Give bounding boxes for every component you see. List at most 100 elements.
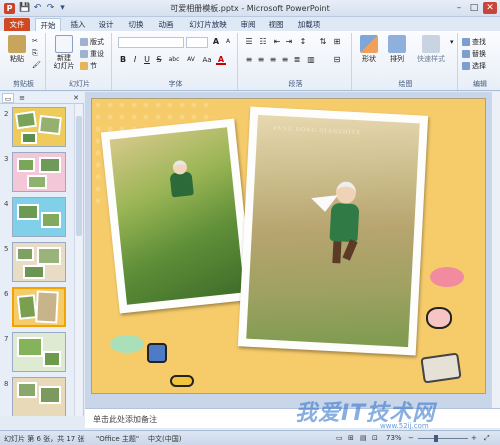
zoom-slider[interactable] [418,438,468,439]
redo-icon[interactable]: ↷ [45,3,56,14]
slide-thumbnail-6[interactable] [12,287,66,327]
slides-view-tab[interactable]: ▭ [2,93,14,103]
replace-button[interactable]: 替换 [462,49,486,59]
zoom-slider-thumb[interactable] [434,435,438,442]
increase-indent-icon[interactable]: ⇥ [284,37,294,47]
new-slide-button[interactable]: 新建 幻灯片 [50,35,78,70]
align-right-icon[interactable]: ≡ [268,55,278,65]
slide-sorter-icon[interactable]: ⊞ [348,434,354,442]
scrollbar-thumb[interactable] [76,116,82,236]
italic-button[interactable]: I [130,55,140,65]
tab-view[interactable]: 视图 [264,18,288,31]
distributed-icon[interactable]: ≣ [292,55,302,65]
smartart-icon[interactable]: ⊟ [332,55,342,65]
font-name-dropdown[interactable] [118,37,184,48]
tab-file[interactable]: 文件 [4,18,30,31]
tab-transitions[interactable]: 切换 [124,18,148,31]
editor-scrollbar[interactable] [491,92,500,408]
line-spacing-icon[interactable]: ↕ [298,37,308,47]
photo-frame-right[interactable]: PANG DONG QIANZHIYE [237,106,429,356]
tab-addins[interactable]: 加载项 [293,18,325,31]
align-left-icon[interactable]: ≡ [244,55,254,65]
arrange-button[interactable]: 排列 [384,35,410,64]
close-panel-icon[interactable]: ✕ [70,93,82,103]
layout-button[interactable]: 版式 [80,37,104,47]
text-direction-icon[interactable]: ⇅ [318,37,328,47]
decrease-indent-icon[interactable]: ⇤ [272,37,282,47]
format-painter-icon[interactable]: 🖌 [32,60,41,70]
reading-view-icon[interactable]: ▤ [360,434,367,442]
minimize-button[interactable]: – [452,2,466,14]
language-status[interactable]: 中文(中国) [148,434,181,444]
arrange-icon [388,35,406,53]
slide-editor[interactable]: PANG DONG QIANZHIYE [85,92,500,408]
bold-button[interactable]: B [118,55,128,65]
slide-thumbnail-8[interactable] [12,377,66,416]
font-color-button[interactable]: A [216,55,226,65]
editing-group-label: 编辑 [473,80,487,88]
status-bar: 幻灯片 第 6 张，共 17 张 "Office 主题" 中文(中国) ▭ ⊞ … [0,430,500,445]
columns-icon[interactable]: ▥ [306,55,316,65]
slide-thumbnail-7[interactable] [12,332,66,372]
find-icon [462,38,470,46]
close-button[interactable]: ✕ [483,2,497,14]
numbering-icon[interactable]: ☷ [258,37,268,47]
find-button[interactable]: 查找 [462,37,486,47]
cut-icon[interactable]: ✂ [32,36,38,46]
title-bar: P 💾 ↶ ↷ ▾ 可爱相册模板.pptx - Microsoft PowerP… [0,0,500,17]
change-case-button[interactable]: Aa [200,55,214,65]
justify-icon[interactable]: ≡ [280,55,290,65]
font-group-label: 字体 [168,80,183,88]
normal-view-icon[interactable]: ▭ [336,434,343,442]
reset-button[interactable]: 重设 [80,49,104,59]
slide-thumbnail-2[interactable] [12,107,66,147]
slide-thumbnail-4[interactable] [12,197,66,237]
outline-view-tab[interactable]: ≡ [16,93,28,103]
photo-image: PANG DONG QIANZHIYE [246,114,420,348]
slide-thumbnail-3[interactable] [12,152,66,192]
theme-status[interactable]: "Office 主题" [96,434,139,444]
shrink-font-icon[interactable]: A [223,37,233,47]
quick-styles-button[interactable]: 快速样式 [414,35,448,64]
slides-panel-scrollbar[interactable] [74,104,82,416]
copy-icon[interactable]: ⎘ [32,48,38,58]
customize-qat-icon[interactable]: ▾ [57,3,68,14]
slideshow-icon[interactable]: ⊡ [372,434,378,442]
select-button[interactable]: 选择 [462,61,486,71]
notes-placeholder[interactable]: 单击此处添加备注 [93,414,157,425]
shadow-button[interactable]: abc [166,55,182,65]
powerpoint-app-icon[interactable]: P [4,3,15,14]
font-size-dropdown[interactable] [186,37,208,48]
tab-home[interactable]: 开始 [35,18,61,31]
photo-frame-left[interactable] [100,118,254,314]
tab-review[interactable]: 审阅 [236,18,260,31]
slides-group: 新建 幻灯片 版式 重设 节 幻灯片 [48,33,112,90]
save-icon[interactable]: 💾 [19,3,30,14]
maximize-button[interactable]: □ [467,2,481,14]
tab-design[interactable]: 设计 [94,18,118,31]
bullets-icon[interactable]: ☰ [244,37,254,47]
zoom-out-icon[interactable]: − [408,434,414,442]
char-spacing-button[interactable]: AV [184,55,198,65]
shapes-button[interactable]: 形状 [356,35,382,64]
align-center-icon[interactable]: ≡ [256,55,266,65]
strikethrough-button[interactable]: S [154,55,164,65]
paste-button[interactable]: 粘贴 [4,35,30,64]
zoom-in-icon[interactable]: + [471,434,477,442]
section-button[interactable]: 节 [80,61,97,71]
zoom-level[interactable]: 73% [386,434,402,442]
fit-to-window-icon[interactable]: ⤢ [484,434,490,443]
align-text-icon[interactable]: ⊞ [332,37,342,47]
tab-insert[interactable]: 插入 [66,18,90,31]
underline-button[interactable]: U [142,55,152,65]
shape-fill-icon[interactable]: ▾ [450,37,454,47]
notes-pane[interactable]: 单击此处添加备注 [85,408,500,428]
undo-icon[interactable]: ↶ [32,3,43,14]
slides-panel[interactable]: 2 3 4 5 6 7 8 [0,104,84,416]
layout-icon [80,38,88,46]
slide-thumbnail-5[interactable] [12,242,66,282]
grow-font-icon[interactable]: A [211,37,221,47]
tab-slideshow[interactable]: 幻灯片放映 [184,18,232,31]
tab-animations[interactable]: 动画 [154,18,178,31]
current-slide[interactable]: PANG DONG QIANZHIYE [91,98,486,394]
